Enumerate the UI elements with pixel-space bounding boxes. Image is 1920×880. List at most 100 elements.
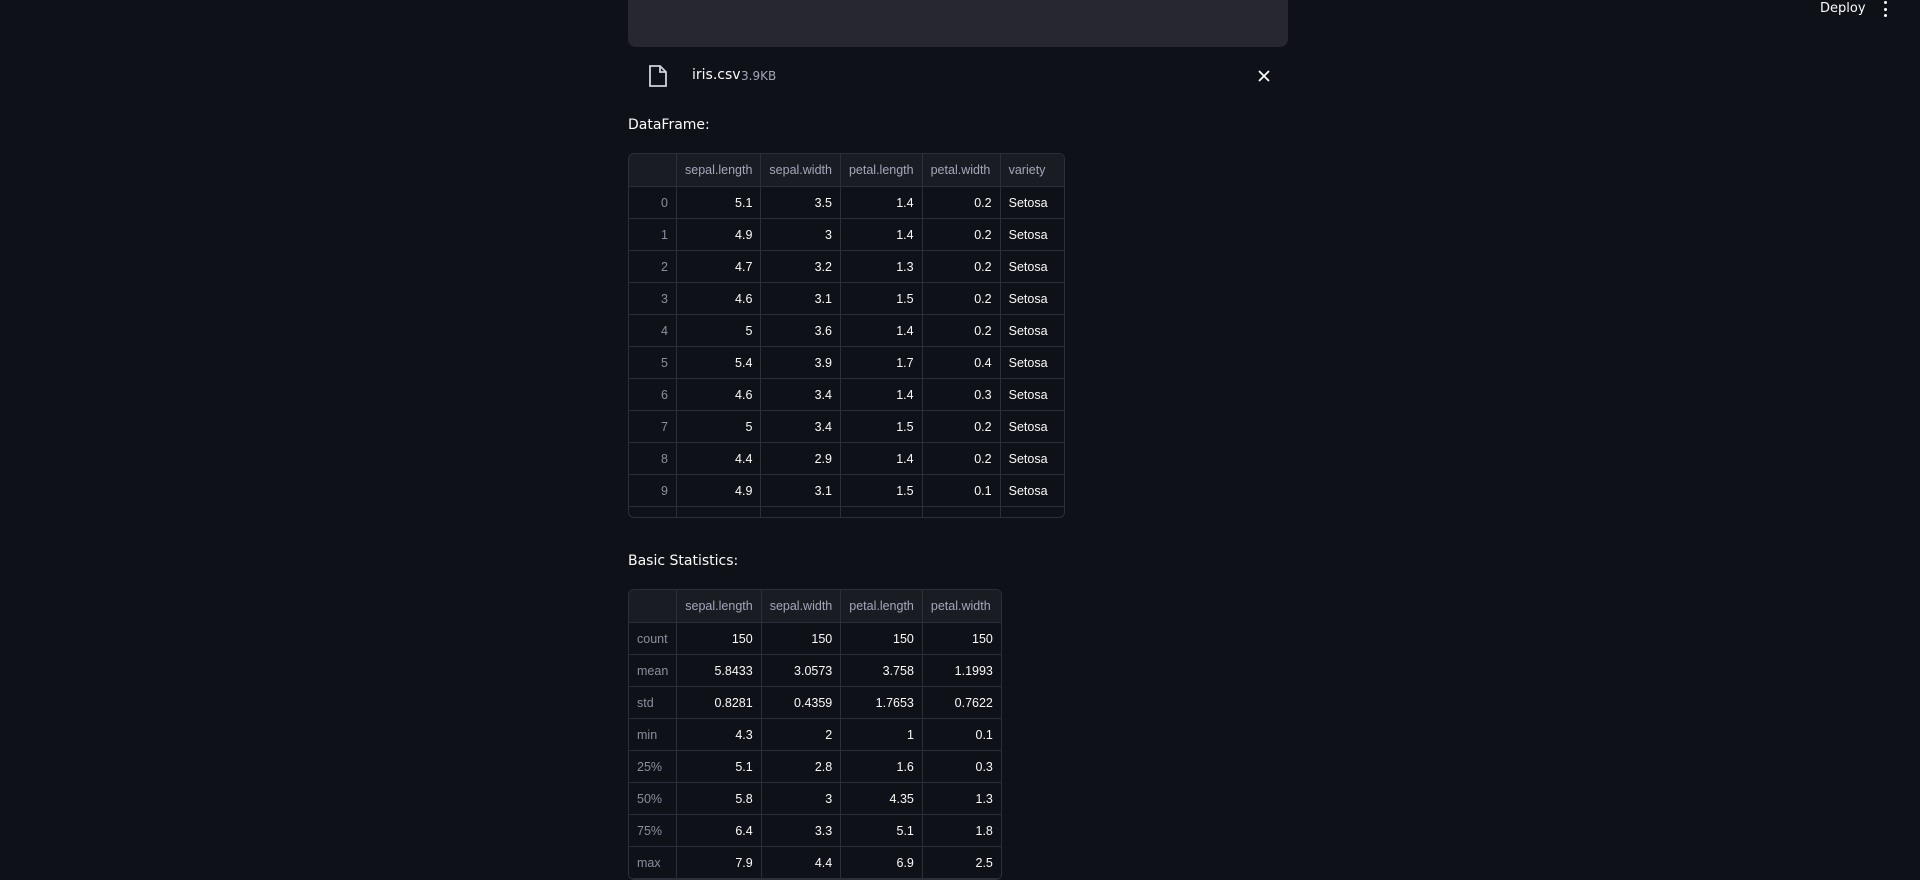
- table-cell[interactable]: 150: [841, 623, 923, 655]
- table-cell[interactable]: 3: [761, 219, 841, 251]
- column-header[interactable]: petal.length: [840, 154, 923, 187]
- row-index-cell[interactable]: 9: [629, 475, 677, 507]
- row-index-cell[interactable]: 1: [629, 219, 677, 251]
- row-index-cell[interactable]: max: [629, 847, 678, 879]
- table-cell[interactable]: Setosa: [1000, 283, 1064, 315]
- table-cell[interactable]: 5.1: [841, 815, 923, 847]
- table-cell[interactable]: 5: [677, 315, 762, 347]
- column-header[interactable]: petal.length: [841, 590, 923, 623]
- table-cell[interactable]: 5: [677, 411, 762, 443]
- column-header[interactable]: petal.width: [922, 590, 1001, 623]
- row-index-cell[interactable]: 75%: [629, 815, 678, 847]
- table-cell[interactable]: 3.2: [761, 251, 841, 283]
- table-cell[interactable]: 1: [841, 719, 923, 751]
- table-cell[interactable]: 3.5: [761, 187, 841, 219]
- table-cell[interactable]: 6.4: [677, 815, 762, 847]
- table-cell[interactable]: Setosa: [1000, 347, 1064, 379]
- table-cell[interactable]: 2: [761, 719, 842, 751]
- row-index-cell[interactable]: 50%: [629, 783, 678, 815]
- statistics-table[interactable]: sepal.length sepal.width petal.length petal…: [628, 589, 1002, 880]
- table-cell[interactable]: Setosa: [1000, 411, 1064, 443]
- table-cell[interactable]: 4.6: [677, 283, 762, 315]
- row-index-cell[interactable]: 3: [629, 283, 677, 315]
- table-cell[interactable]: 3.1: [761, 475, 841, 507]
- index-header[interactable]: [629, 590, 678, 623]
- row-index-cell[interactable]: count: [629, 623, 678, 655]
- row-index-cell[interactable]: min: [629, 719, 678, 751]
- table-cell[interactable]: 4.9: [677, 219, 762, 251]
- table-cell[interactable]: 5.4: [677, 347, 762, 379]
- table-cell[interactable]: 1.7653: [841, 687, 923, 719]
- table-cell[interactable]: 0.1: [922, 719, 1001, 751]
- column-header[interactable]: sepal.width: [761, 154, 841, 187]
- table-cell[interactable]: 2.5: [922, 847, 1001, 879]
- table-cell[interactable]: 1.5: [840, 411, 923, 443]
- table-cell[interactable]: Setosa: [1000, 379, 1064, 411]
- table-cell[interactable]: Setosa: [1000, 251, 1064, 283]
- table-cell[interactable]: 4.7: [677, 251, 762, 283]
- table-cell[interactable]: 3.9: [761, 347, 841, 379]
- table-cell[interactable]: 1.6: [841, 751, 923, 783]
- table-cell[interactable]: 5.1: [677, 751, 762, 783]
- table-cell[interactable]: 0.4: [922, 347, 1001, 379]
- table-cell[interactable]: 150: [761, 623, 842, 655]
- table-cell[interactable]: 150: [922, 623, 1001, 655]
- table-cell[interactable]: 4.4: [677, 443, 762, 475]
- table-cell[interactable]: 1.5: [840, 283, 923, 315]
- kebab-menu-icon[interactable]: [1880, 1, 1890, 17]
- table-cell[interactable]: 1.5: [840, 475, 923, 507]
- column-header[interactable]: petal.width: [922, 154, 1001, 187]
- table-cell[interactable]: Setosa: [1000, 443, 1064, 475]
- index-header[interactable]: [629, 154, 677, 187]
- table-cell[interactable]: 0.2: [922, 187, 1001, 219]
- row-index-cell[interactable]: mean: [629, 655, 678, 687]
- row-index-cell[interactable]: 6: [629, 379, 677, 411]
- column-header[interactable]: variety: [1000, 154, 1064, 187]
- table-cell[interactable]: 1.4: [840, 187, 923, 219]
- table-cell[interactable]: 0.4359: [761, 687, 842, 719]
- table-cell[interactable]: 3.4: [761, 411, 841, 443]
- column-header[interactable]: sepal.length: [677, 590, 762, 623]
- table-cell[interactable]: 0.2: [922, 283, 1001, 315]
- table-cell[interactable]: 2.8: [761, 751, 842, 783]
- table-cell[interactable]: 3.6: [761, 315, 841, 347]
- table-cell[interactable]: 3.0573: [761, 655, 842, 687]
- table-cell[interactable]: 1.4: [840, 219, 923, 251]
- table-cell[interactable]: 0.1: [922, 475, 1001, 507]
- table-cell[interactable]: 5.8433: [677, 655, 762, 687]
- table-cell[interactable]: 0.2: [922, 251, 1001, 283]
- table-cell[interactable]: 1.4: [840, 443, 923, 475]
- row-index-cell[interactable]: 5: [629, 347, 677, 379]
- column-header[interactable]: sepal.length: [677, 154, 762, 187]
- table-cell[interactable]: 0.7622: [922, 687, 1001, 719]
- table-cell[interactable]: 3: [761, 783, 842, 815]
- row-index-cell[interactable]: 2: [629, 251, 677, 283]
- table-cell[interactable]: 0.2: [922, 443, 1001, 475]
- table-cell[interactable]: 1.3: [840, 251, 923, 283]
- close-icon[interactable]: [1256, 68, 1272, 84]
- row-index-cell[interactable]: 8: [629, 443, 677, 475]
- table-cell[interactable]: 2.9: [761, 443, 841, 475]
- table-cell[interactable]: 3.1: [761, 283, 841, 315]
- table-cell[interactable]: 5.8: [677, 783, 762, 815]
- table-cell[interactable]: 5.1: [677, 187, 762, 219]
- table-cell[interactable]: 4.9: [677, 475, 762, 507]
- table-cell[interactable]: 1.4: [840, 315, 923, 347]
- table-cell[interactable]: 3.758: [841, 655, 923, 687]
- table-cell[interactable]: 1.8: [922, 815, 1001, 847]
- table-cell[interactable]: 0.8281: [677, 687, 762, 719]
- table-cell[interactable]: Setosa: [1000, 315, 1064, 347]
- table-cell[interactable]: 1.3: [922, 783, 1001, 815]
- table-cell[interactable]: 6.9: [841, 847, 923, 879]
- table-cell[interactable]: 7.9: [677, 847, 762, 879]
- table-cell[interactable]: 3.4: [761, 379, 841, 411]
- row-index-cell[interactable]: 4: [629, 315, 677, 347]
- table-cell[interactable]: 1.4: [840, 379, 923, 411]
- table-cell[interactable]: 0.3: [922, 751, 1001, 783]
- table-cell[interactable]: 4.4: [761, 847, 842, 879]
- row-index-cell[interactable]: std: [629, 687, 678, 719]
- table-cell[interactable]: 150: [677, 623, 762, 655]
- table-cell[interactable]: 0.2: [922, 315, 1001, 347]
- deploy-button[interactable]: Deploy: [1820, 0, 1866, 17]
- table-cell[interactable]: 0.2: [922, 219, 1001, 251]
